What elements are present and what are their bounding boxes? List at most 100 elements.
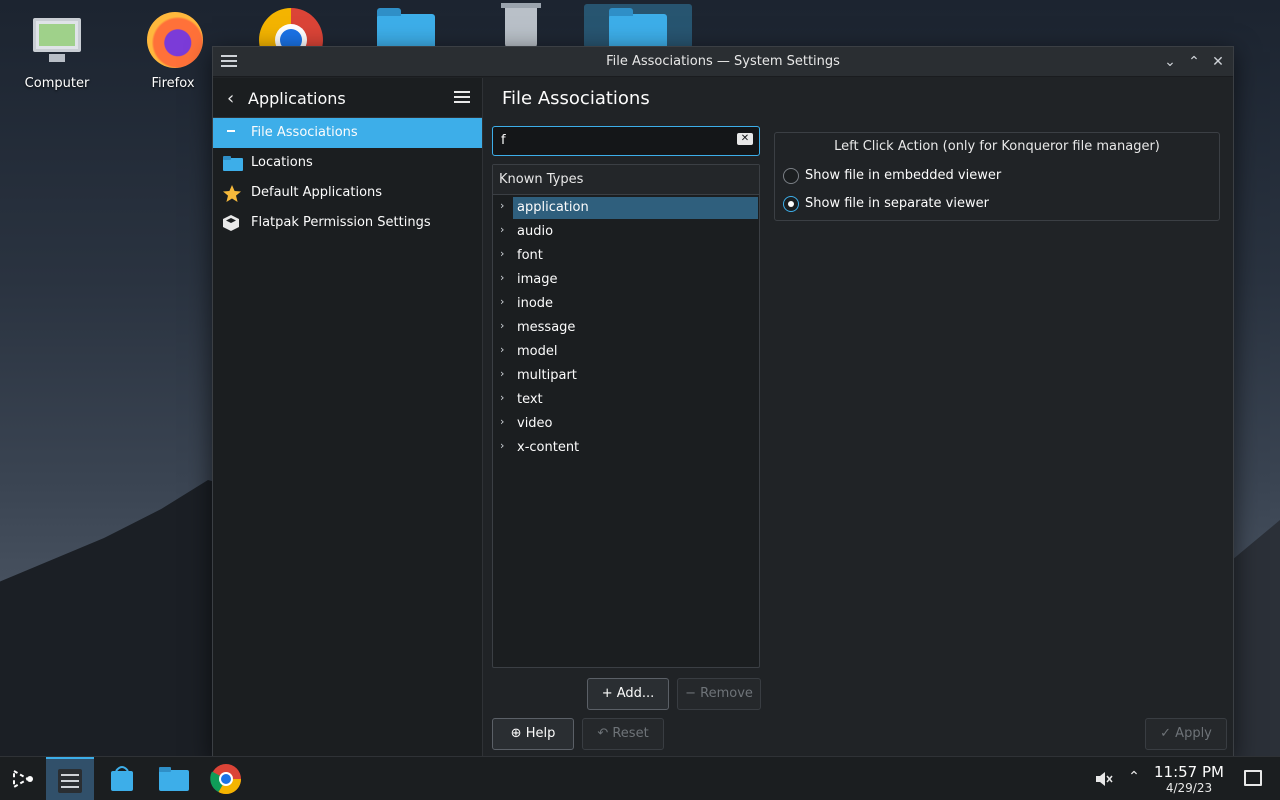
tree-row-label: application: [513, 197, 758, 219]
store-bag-icon: [111, 766, 133, 791]
plus-icon: +: [601, 686, 613, 701]
taskbar-chrome[interactable]: [202, 757, 250, 800]
back-arrow-icon[interactable]: ‹: [227, 88, 234, 109]
radio-label: Show file in separate viewer: [805, 196, 989, 211]
folder-icon: [223, 155, 243, 171]
page-title: File Associations: [502, 88, 650, 109]
sidebar-item-default-applications[interactable]: Default Applications: [213, 178, 482, 208]
sidebar-item-locations[interactable]: Locations: [213, 148, 482, 178]
tree-row-inode[interactable]: › inode: [493, 291, 759, 315]
known-types-tree[interactable]: Known Types › application › audio › font › i…: [492, 164, 760, 668]
maximize-button[interactable]: ⌃: [1185, 53, 1203, 71]
star-icon: [223, 185, 241, 202]
tree-row-text[interactable]: › text: [493, 387, 759, 411]
help-button-label: Help: [525, 726, 556, 741]
tree-row-application[interactable]: › application: [493, 195, 759, 219]
radio-label: Show file in embedded viewer: [805, 168, 1002, 183]
tree-row-video[interactable]: › video: [493, 411, 759, 435]
titlebar[interactable]: File Associations — System Settings ⌄ ⌃ …: [213, 47, 1233, 77]
desktop-icon-computer[interactable]: Computer: [12, 10, 102, 91]
tree-row-label: font: [517, 248, 543, 263]
add-button-label: Add...: [616, 686, 655, 701]
sidebar-title[interactable]: Applications: [248, 89, 346, 108]
reset-button[interactable]: ↶ Reset: [582, 718, 664, 750]
tree-row-label: image: [517, 272, 558, 287]
tree-row-label: multipart: [517, 368, 577, 383]
hamburger-menu-icon[interactable]: [454, 91, 470, 106]
tree-row-label: message: [517, 320, 576, 335]
tree-row-image[interactable]: › image: [493, 267, 759, 291]
expand-arrow-icon[interactable]: ›: [500, 271, 504, 284]
expand-arrow-icon[interactable]: ›: [500, 295, 504, 308]
desktop-icon-firefox[interactable]: Firefox: [128, 10, 218, 91]
main-header: File Associations: [484, 78, 1233, 118]
system-tray-expand-icon[interactable]: ⌃: [1124, 769, 1144, 789]
left-click-action-group: Left Click Action (only for Konqueror fi…: [774, 132, 1220, 221]
computer-icon: [27, 10, 87, 70]
tree-header[interactable]: Known Types: [493, 165, 759, 195]
tree-row-message[interactable]: › message: [493, 315, 759, 339]
taskbar: ⌃ 11:57 PM 4/29/23: [0, 756, 1280, 800]
radio-button[interactable]: [783, 196, 799, 212]
application-launcher-button[interactable]: [0, 757, 48, 800]
volume-muted-icon[interactable]: [1094, 769, 1114, 789]
tree-row-x-content[interactable]: › x-content: [493, 435, 759, 459]
show-desktop-icon[interactable]: [1244, 770, 1262, 786]
search-value: f: [501, 133, 506, 148]
expand-arrow-icon[interactable]: ›: [500, 415, 504, 428]
window-title: File Associations — System Settings: [606, 54, 840, 69]
expand-arrow-icon[interactable]: ›: [500, 223, 504, 236]
expand-arrow-icon[interactable]: ›: [500, 439, 504, 452]
search-input[interactable]: f ✕: [492, 126, 760, 156]
tree-row-multipart[interactable]: › multipart: [493, 363, 759, 387]
folder-icon: [159, 767, 189, 791]
main-panel: File Associations f ✕ Known Types › appli…: [484, 78, 1233, 757]
apply-button[interactable]: ✓ Apply: [1145, 718, 1227, 750]
undo-icon: ↶: [597, 726, 609, 741]
group-title: Left Click Action (only for Konqueror fi…: [834, 139, 1160, 154]
sidebar-item-label: Flatpak Permission Settings: [251, 215, 431, 230]
apply-button-label: Apply: [1175, 726, 1212, 741]
expand-arrow-icon[interactable]: ›: [500, 343, 504, 356]
system-settings-window: File Associations — System Settings ⌄ ⌃ …: [212, 46, 1234, 758]
sidebar-item-label: Default Applications: [251, 185, 383, 200]
tree-row-label: model: [517, 344, 558, 359]
taskbar-discover[interactable]: [98, 757, 146, 800]
reset-button-label: Reset: [612, 726, 649, 741]
remove-button[interactable]: − Remove: [677, 678, 761, 710]
remove-button-label: Remove: [700, 686, 753, 701]
expand-arrow-icon[interactable]: ›: [500, 391, 504, 404]
expand-arrow-icon[interactable]: ›: [500, 199, 504, 212]
minimize-button[interactable]: ⌄: [1161, 53, 1179, 71]
expand-arrow-icon[interactable]: ›: [500, 247, 504, 260]
sidebar-item-file-associations[interactable]: File Associations: [213, 118, 482, 148]
radio-button[interactable]: [783, 168, 799, 184]
close-button[interactable]: ✕: [1209, 53, 1227, 71]
sidebar-item-label: Locations: [251, 155, 313, 170]
tree-row-label: x-content: [517, 440, 580, 455]
taskbar-dolphin[interactable]: [150, 757, 198, 800]
minus-icon: −: [685, 686, 696, 701]
tree-row-audio[interactable]: › audio: [493, 219, 759, 243]
file-associations-icon: [223, 125, 241, 141]
sidebar-item-flatpak-permissions[interactable]: Flatpak Permission Settings: [213, 208, 482, 238]
tree-row-label: inode: [517, 296, 554, 311]
clock-date: 4/29/23: [1165, 781, 1213, 795]
tree-row-label: video: [517, 416, 553, 431]
clock-time: 11:57 PM: [1154, 763, 1224, 781]
tree-row-font[interactable]: › font: [493, 243, 759, 267]
clear-search-icon[interactable]: ✕: [737, 133, 753, 145]
taskbar-system-settings[interactable]: [46, 757, 94, 800]
tree-row-model[interactable]: › model: [493, 339, 759, 363]
sidebar-item-label: File Associations: [251, 125, 358, 140]
desktop-icon-label: Firefox: [151, 76, 195, 91]
add-button[interactable]: + Add...: [587, 678, 669, 710]
sidebar-header: ‹ Applications: [213, 78, 482, 118]
tree-row-label: text: [517, 392, 543, 407]
digital-clock[interactable]: 11:57 PM 4/29/23: [1148, 763, 1230, 795]
expand-arrow-icon[interactable]: ›: [500, 367, 504, 380]
help-button[interactable]: ⊕ Help: [492, 718, 574, 750]
flatpak-icon: [223, 215, 241, 231]
expand-arrow-icon[interactable]: ›: [500, 319, 504, 332]
sidebar: ‹ Applications File Associations Locatio…: [213, 78, 483, 757]
